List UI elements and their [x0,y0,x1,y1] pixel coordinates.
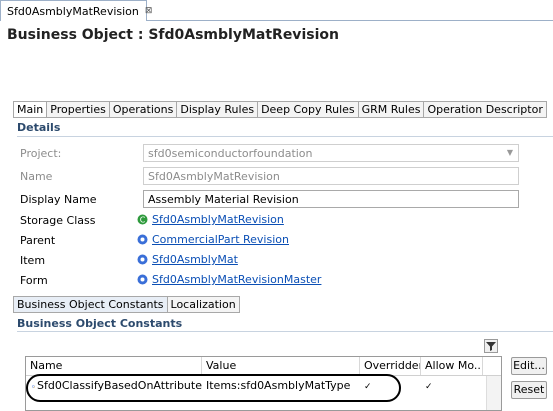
overridden-cell: ✓ [360,376,421,396]
page-tabs: Main Properties Operations Display Rules… [13,101,547,118]
item-row: Sfd0AsmblyMat [137,253,238,266]
allow-modify-cell: ✓ [421,376,483,396]
tab-operations[interactable]: Operations [109,101,178,118]
parent-object-icon [137,234,148,245]
filter-button[interactable] [484,339,498,353]
column-header-value[interactable]: Value [202,357,360,375]
tab-strip-divider [147,20,553,21]
display-name-field[interactable]: Assembly Material Revision [143,190,519,208]
constants-table: Name Value Overridden Allow Mo... Sfd0Cl… [25,356,502,411]
column-header-allow-modify[interactable]: Allow Mo... [421,357,483,375]
tab-display-rules[interactable]: Display Rules [177,101,259,118]
chevron-down-icon: ▼ [506,148,514,157]
tab-business-object-constants[interactable]: Business Object Constants [13,296,168,313]
tab-grm-rules[interactable]: GRM Rules [358,101,425,118]
tab-deep-copy-rules[interactable]: Deep Copy Rules [258,101,359,118]
storage-class-link[interactable]: Sfd0AsmblyMatRevision [152,213,284,226]
form-link[interactable]: Sfd0AsmblyMatRevisionMaster [152,273,321,286]
reset-button[interactable]: Reset [511,381,547,399]
item-link[interactable]: Sfd0AsmblyMat [152,253,238,266]
form-row: Sfd0AsmblyMatRevisionMaster [137,273,321,286]
table-scrollbar[interactable] [486,376,501,410]
display-name-label: Display Name [20,193,97,206]
constants-header: Business Object Constants [17,317,553,332]
storage-class-row: C Sfd0AsmblyMatRevision [137,213,284,226]
editor-tab[interactable]: Sfd0AsmblyMatRevision ⊠ [0,0,152,21]
details-header: Details [17,121,553,137]
name-field: Sfd0AsmblyMatRevision [143,167,519,185]
editor-tab-label: Sfd0AsmblyMatRevision [7,4,139,18]
constants-tabs: Business Object Constants Localization [13,296,240,313]
constant-value-cell: Items:sfd0AsmblyMatType [206,379,351,392]
tab-main[interactable]: Main [13,101,48,118]
item-label: Item [20,254,46,267]
overridden-check-icon: ✓ [364,382,372,392]
item-object-icon [137,254,148,265]
form-label: Form [20,274,48,287]
storage-class-label: Storage Class [20,214,96,227]
form-object-icon [137,274,148,285]
allow-modify-check-icon: ✓ [425,382,433,392]
constant-icon [32,384,35,388]
close-icon[interactable]: ⊠ [145,6,153,16]
project-select: sfd0semiconductorfoundation ▼ [143,144,519,162]
page-title: Business Object : Sfd0AsmblyMatRevision [7,27,339,43]
edit-button[interactable]: Edit... [511,357,547,375]
constant-name-cell: Sfd0ClassifyBasedOnAttribute [26,376,202,396]
svg-text:C: C [140,216,146,225]
name-label: Name [20,170,53,183]
filter-icon [486,342,496,351]
column-header-name[interactable]: Name [26,357,202,375]
project-label: Project: [20,147,62,160]
column-header-overridden[interactable]: Overridden [360,357,421,375]
table-header: Name Value Overridden Allow Mo... [26,357,501,376]
parent-link[interactable]: CommercialPart Revision [152,233,289,246]
table-row[interactable]: Sfd0ClassifyBasedOnAttribute Items:sfd0A… [26,376,501,396]
project-value: sfd0semiconductorfoundation [148,147,313,160]
constant-name: Sfd0ClassifyBasedOnAttribute [37,379,202,392]
tab-localization[interactable]: Localization [167,296,240,313]
parent-row: CommercialPart Revision [137,233,289,246]
storage-class-icon: C [137,214,148,225]
tab-operation-descriptor[interactable]: Operation Descriptor [424,101,547,118]
tab-properties[interactable]: Properties [47,101,110,118]
parent-label: Parent [20,234,56,247]
